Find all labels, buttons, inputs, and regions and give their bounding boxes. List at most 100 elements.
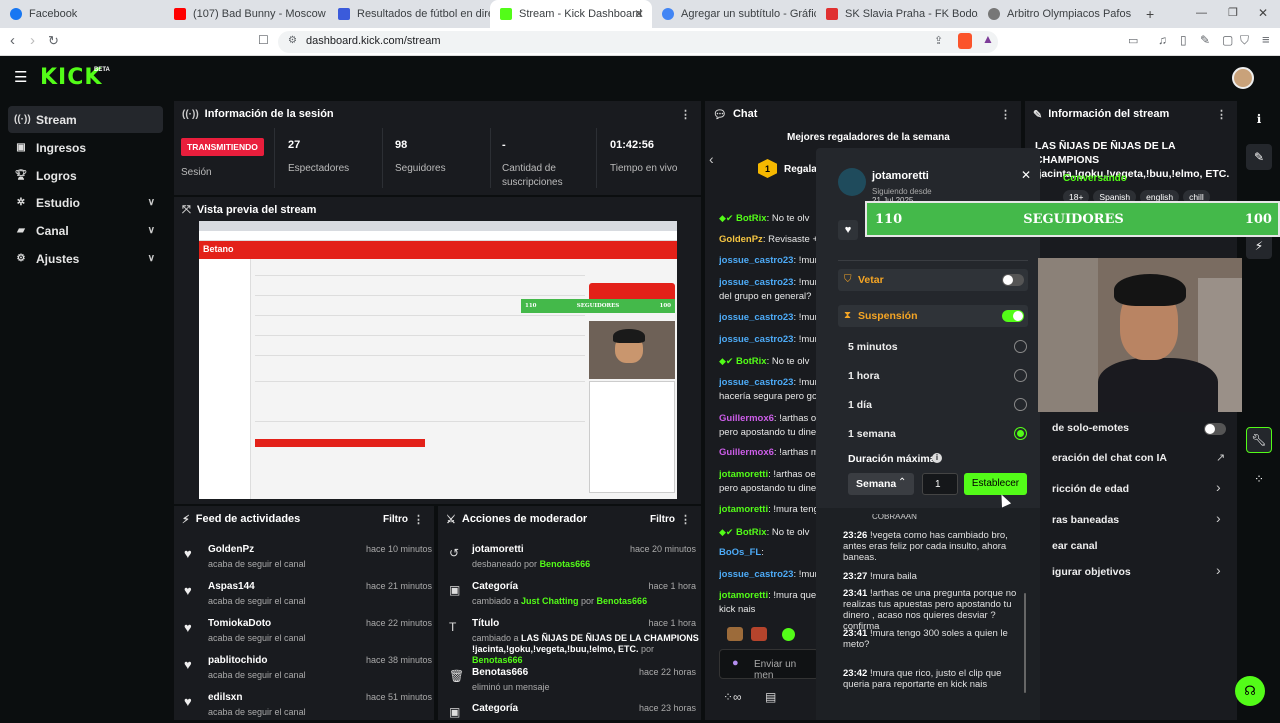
set-button[interactable]: Establecer bbox=[964, 473, 1027, 495]
infinity-icon[interactable]: ⁘∞ bbox=[723, 690, 742, 704]
chevron-right-icon[interactable]: › bbox=[1216, 479, 1221, 495]
feed-filter-button[interactable]: Filtro bbox=[383, 514, 408, 525]
chat-username[interactable]: jotamoretti bbox=[719, 590, 768, 601]
emote[interactable] bbox=[751, 627, 767, 641]
browser-tab-active[interactable]: Stream - Kick Dashboard ✕ bbox=[490, 0, 652, 28]
banned-words-setting[interactable]: ras baneadas bbox=[1052, 514, 1119, 526]
chat-username[interactable]: Guillermox6 bbox=[719, 413, 774, 424]
pencil-icon[interactable]: ✎ bbox=[1246, 144, 1272, 170]
sidebar-icon[interactable]: ▯ bbox=[1180, 33, 1187, 47]
chat-message[interactable]: jotamoretti: !mura que r bbox=[719, 589, 829, 603]
music-icon[interactable]: ♫ bbox=[1158, 33, 1167, 47]
radio-1-semana[interactable] bbox=[1014, 427, 1027, 440]
unit-select[interactable]: Semana ⌃ bbox=[848, 473, 914, 495]
chat-username[interactable]: jossue_castro23 bbox=[719, 334, 793, 345]
sidebar-item-logros[interactable]: 🏆︎ Logros bbox=[8, 162, 163, 189]
chat-username[interactable]: BotRix bbox=[736, 356, 767, 367]
url-field[interactable]: ⚙ dashboard.kick.com/stream bbox=[278, 31, 998, 53]
avatar[interactable] bbox=[1232, 67, 1254, 89]
chevron-right-icon[interactable]: › bbox=[1216, 562, 1221, 578]
dots-icon[interactable]: ⁘ bbox=[1246, 466, 1272, 492]
close-icon[interactable]: ✕ bbox=[1021, 168, 1031, 182]
new-tab-icon[interactable]: + bbox=[1146, 6, 1154, 22]
close-window-icon[interactable]: ✕ bbox=[1258, 6, 1268, 20]
option-1-semana[interactable]: 1 semana bbox=[848, 428, 896, 440]
chat-username[interactable]: jotamoretti bbox=[719, 504, 768, 515]
radio-5-minutos[interactable] bbox=[1014, 340, 1027, 353]
clear-channel-setting[interactable]: ear canal bbox=[1052, 540, 1098, 552]
suspension-toggle[interactable] bbox=[1002, 310, 1024, 322]
chevron-right-icon[interactable]: › bbox=[1216, 510, 1221, 526]
amount-input[interactable]: 1 bbox=[922, 473, 958, 495]
more-icon[interactable]: ⋮ bbox=[1216, 108, 1227, 121]
chat-message[interactable]: jotamoretti: !mura tengo bbox=[719, 503, 829, 517]
reload-icon[interactable]: ↻ bbox=[48, 33, 59, 49]
sidebar-item-stream[interactable]: ((·)) Stream bbox=[8, 106, 163, 133]
hamburger-icon[interactable]: ☰ bbox=[14, 68, 27, 86]
chat-username[interactable]: BotRix bbox=[736, 527, 767, 538]
forward-icon[interactable]: › bbox=[30, 32, 35, 49]
chat-username[interactable]: jotamoretti bbox=[719, 469, 768, 480]
scrollbar[interactable] bbox=[1024, 593, 1026, 693]
list-item[interactable]: ♥ Aspas144 acaba de seguir el canal hace 21… bbox=[182, 577, 432, 612]
chat-username[interactable]: jossue_castro23 bbox=[719, 569, 793, 580]
heart-icon[interactable]: ♥ bbox=[838, 220, 858, 240]
browser-tab[interactable]: SK Slavia Praha - FK Bodo/Glimt Fútb bbox=[816, 0, 978, 28]
wrench-icon[interactable]: 🔧︎ bbox=[1246, 427, 1272, 453]
radio-1-dia[interactable] bbox=[1014, 398, 1027, 411]
age-restriction-setting[interactable]: ricción de edad bbox=[1052, 483, 1129, 495]
wallet-icon[interactable]: ▢ bbox=[1222, 33, 1233, 47]
chat-message[interactable]: del grupo en general? bbox=[719, 290, 829, 304]
option-1-hora[interactable]: 1 hora bbox=[848, 370, 880, 382]
list-item[interactable]: ▣ Categoría cambiado a Just Chatting por B… bbox=[446, 577, 696, 612]
vpn-icon[interactable]: ⛉ bbox=[1240, 33, 1249, 48]
chat-message[interactable]: GoldenPz: Revisaste +2 bbox=[719, 233, 829, 247]
browser-tab[interactable]: Agregar un subtítulo - Gráfico bbox=[652, 0, 816, 28]
extensions-icon[interactable]: ✎ bbox=[1200, 33, 1210, 47]
vetar-row[interactable]: ⛉ Vetar bbox=[838, 269, 1028, 291]
suspension-row[interactable]: ⧗ Suspensión bbox=[838, 305, 1028, 327]
list-item[interactable]: ▣ Categoría hace 23 horas bbox=[446, 699, 696, 719]
chat-input[interactable]: ● Enviar un men bbox=[719, 649, 819, 681]
more-icon[interactable]: ⋮ bbox=[680, 108, 691, 121]
brave-shield-icon[interactable] bbox=[958, 33, 972, 49]
chat-message[interactable]: jossue_castro23: !mura bbox=[719, 311, 829, 325]
tab-search-icon[interactable]: ▭ bbox=[1128, 34, 1138, 47]
list-item[interactable]: T Título cambiado a LAS ÑIJAS DE ÑIJAS DE … bbox=[446, 614, 699, 665]
more-icon[interactable]: ⋮ bbox=[413, 513, 424, 526]
stream-preview-video[interactable]: Betano 110 SEGUIDORES 100 bbox=[199, 221, 677, 499]
chat-message[interactable]: ◆✔ BotRix: No te olv bbox=[719, 525, 829, 540]
sidebar-item-canal[interactable]: ▰ Canal ∨ bbox=[8, 217, 163, 244]
chat-username[interactable]: BoOs_FL bbox=[719, 547, 761, 558]
chat-message[interactable]: hacería segura pero gor bbox=[719, 390, 829, 404]
chat-username[interactable]: jossue_castro23 bbox=[719, 277, 793, 288]
sidebar-item-ingresos[interactable]: ▣ Ingresos bbox=[8, 134, 163, 161]
browser-tab[interactable]: (107) Bad Bunny - Moscow Mule bbox=[164, 0, 328, 28]
gift-label[interactable]: Regala bbox=[784, 164, 817, 175]
list-item[interactable]: ♥ GoldenPz acaba de seguir el canal hace 10… bbox=[182, 540, 432, 575]
share-icon[interactable]: ⇪ bbox=[934, 34, 943, 47]
radio-1-hora[interactable] bbox=[1014, 369, 1027, 382]
maximize-icon[interactable]: ❐ bbox=[1228, 6, 1238, 19]
store-icon[interactable]: ▤ bbox=[765, 690, 776, 704]
chat-username[interactable]: GoldenPz bbox=[719, 234, 763, 245]
browser-tab[interactable]: Facebook bbox=[0, 0, 164, 28]
chat-message[interactable]: ◆✔ BotRix: No te olv bbox=[719, 211, 829, 226]
chat-message[interactable]: jossue_castro23: !mura bbox=[719, 276, 829, 290]
info-icon[interactable]: ℹ bbox=[1246, 106, 1272, 132]
emote[interactable] bbox=[782, 628, 795, 641]
chat-message[interactable]: pero apostando tu diner bbox=[719, 482, 829, 496]
list-item[interactable]: ↺ jotamoretti desbaneado por Benotas666 hac… bbox=[446, 540, 696, 575]
sidebar-item-estudio[interactable]: ✲ Estudio ∨ bbox=[8, 189, 163, 216]
browser-tab[interactable]: Arbitro Olympiacos Pafos bbox=[978, 0, 1140, 28]
browser-tab[interactable]: Resultados de fútbol en directo, calen bbox=[328, 0, 490, 28]
vetar-toggle[interactable] bbox=[1002, 274, 1024, 286]
chat-username[interactable]: jossue_castro23 bbox=[719, 255, 793, 266]
chat-message[interactable]: Guillermox6: !arthas oe bbox=[719, 412, 829, 426]
more-icon[interactable]: ⋮ bbox=[1000, 108, 1011, 121]
goals-setting[interactable]: igurar objetivos bbox=[1052, 566, 1131, 578]
support-icon[interactable]: ☊ bbox=[1235, 676, 1265, 706]
option-5-minutos[interactable]: 5 minutos bbox=[848, 341, 898, 353]
chat-username[interactable]: jossue_castro23 bbox=[719, 312, 793, 323]
chat-message[interactable]: jotamoretti: !arthas oe bbox=[719, 468, 829, 482]
